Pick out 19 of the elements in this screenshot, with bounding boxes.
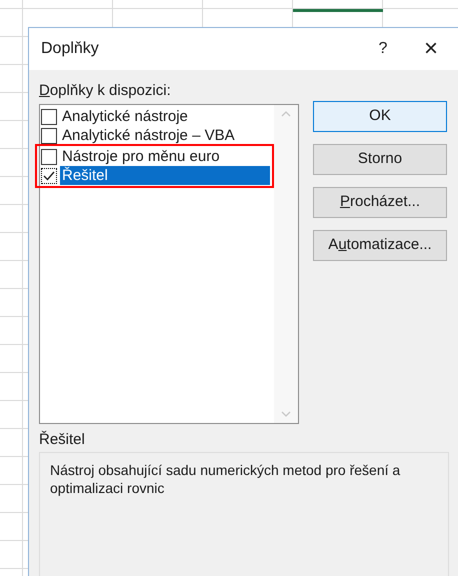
checkmark-icon — [43, 170, 55, 180]
addin-item[interactable]: Nástroje pro měnu euro — [60, 147, 270, 166]
list-label: Doplňky k dispozici: — [39, 80, 172, 100]
dialog-button[interactable]: OK — [313, 100, 447, 132]
checkbox[interactable] — [41, 128, 57, 144]
dialog-button[interactable]: Procházet... — [313, 186, 447, 218]
checkbox[interactable] — [41, 148, 57, 164]
dialog-button[interactable]: Storno — [313, 144, 447, 174]
addin-item[interactable]: Analytické nástroje — [60, 107, 274, 126]
checkbox[interactable] — [41, 168, 57, 184]
close-button[interactable]: × — [403, 30, 458, 67]
dialog-button[interactable]: Automatizace... — [313, 230, 447, 260]
description-title: Řešitel — [39, 431, 85, 448]
checkbox[interactable] — [41, 108, 57, 124]
description-text: Nástroj obsahující sadu numerických metod pro řešení a optimalizaci rovnic — [50, 461, 402, 497]
window-title: Doplňky — [41, 38, 99, 59]
addin-item[interactable]: Řešitel — [60, 166, 270, 185]
addin-item[interactable]: Analytické nástroje – VBA — [60, 126, 274, 145]
help-button[interactable]: ? — [363, 36, 403, 61]
